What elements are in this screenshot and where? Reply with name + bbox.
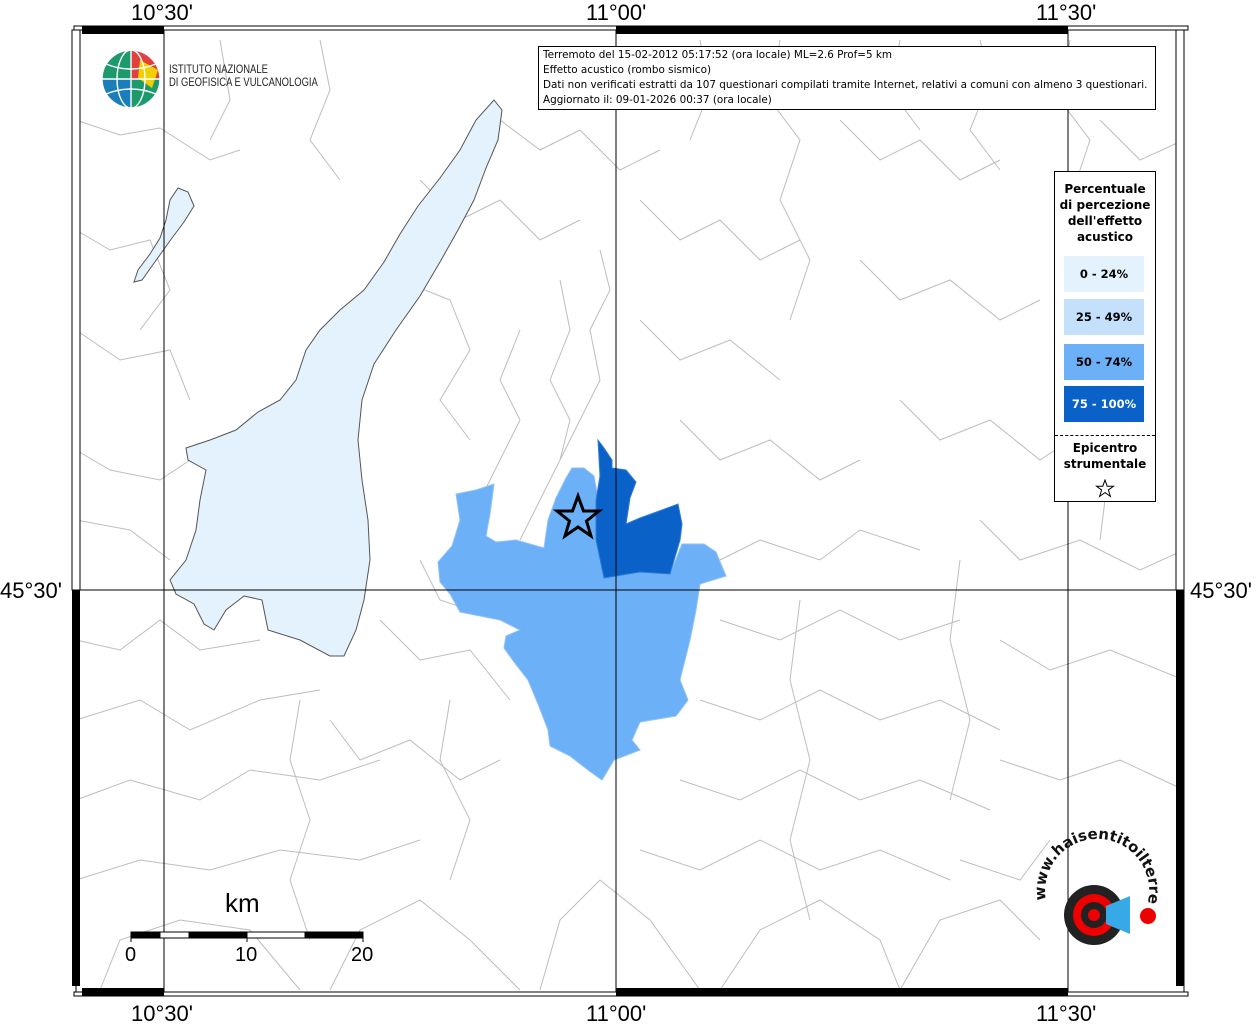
- legend-title-line1: Percentuale: [1064, 182, 1146, 196]
- ingv-name: ISTITUTO NAZIONALE DI GEOFISICA E VULCAN…: [169, 64, 318, 90]
- lon-label-top-1: 10°30': [131, 0, 193, 25]
- ingv-name-line1: ISTITUTO NAZIONALE: [169, 64, 268, 76]
- scale-label-0: 0: [125, 944, 137, 966]
- legend-separator: [1055, 435, 1155, 436]
- legend-epicenter-line2: strumentale: [1063, 457, 1147, 471]
- star-icon: [1094, 478, 1116, 498]
- lon-label-bottom-3: 11°30': [1036, 1001, 1097, 1026]
- legend-class-50-74: 50 - 74%: [1064, 344, 1144, 380]
- legend-epicenter: Epicentro strumentale: [1055, 440, 1155, 503]
- event-info-line2: Effetto acustico (rombo sismico): [543, 64, 712, 76]
- event-info-line1: Terremoto del 15-02-2012 05:17:52 (ora l…: [543, 49, 893, 61]
- event-info-box: Terremoto del 15-02-2012 05:17:52 (ora l…: [538, 46, 1156, 110]
- lon-label-bottom-2: 11°00': [586, 1001, 647, 1026]
- legend-epicenter-line1: Epicentro: [1072, 441, 1138, 455]
- lat-label-left: 45°30': [0, 578, 62, 603]
- legend-class-0-24: 0 - 24%: [1064, 256, 1144, 292]
- ingv-globe-icon: [101, 49, 161, 109]
- legend-title: Percentuale di percezione dell'effetto a…: [1055, 181, 1155, 245]
- lon-label-top-3: 11°30': [1036, 0, 1097, 25]
- scale-label-20: 20: [351, 944, 374, 966]
- lon-label-top-2: 11°00': [586, 0, 647, 25]
- ingv-name-line2: DI GEOFISICA E VULCANOLOGIA: [169, 77, 318, 89]
- legend-title-line3: dell'effetto: [1067, 214, 1143, 228]
- legend-class-25-49: 25 - 49%: [1064, 299, 1144, 335]
- scale-label-10: 10: [235, 944, 258, 966]
- map: www.haisentitoilterremoto.it: [0, 0, 1189, 997]
- legend: Percentuale di percezione dell'effetto a…: [1054, 171, 1156, 502]
- legend-title-line4: acustico: [1076, 230, 1134, 244]
- lon-label-bottom-1: 10°30': [131, 1001, 193, 1026]
- legend-title-line2: di percezione: [1059, 198, 1151, 212]
- event-info-line3: Dati non verificati estratti da 107 ques…: [543, 79, 1148, 91]
- lat-label-right: 45°30': [1190, 578, 1252, 603]
- event-info-line4: Aggiornato il: 09-01-2026 00:37 (ora loc…: [543, 94, 772, 106]
- scale-unit: km: [225, 888, 260, 918]
- legend-class-75-100: 75 - 100%: [1064, 386, 1144, 422]
